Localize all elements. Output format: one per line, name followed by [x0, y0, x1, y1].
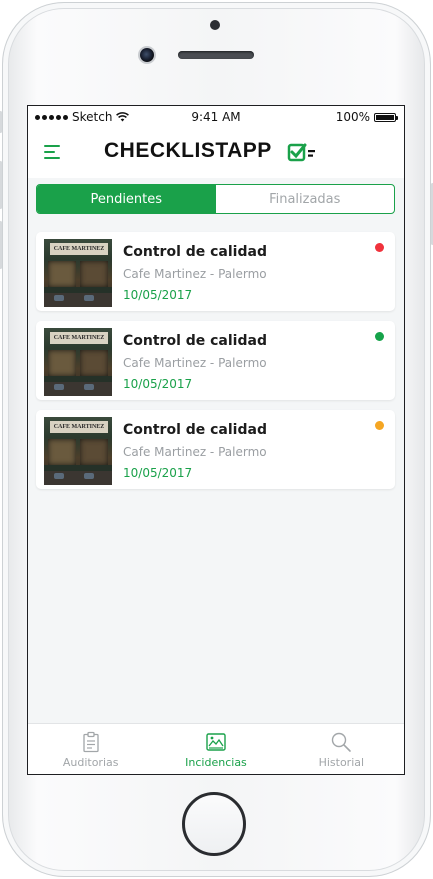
app-header: CHECKLISTAPP: [28, 128, 404, 178]
card-date: 10/05/2017: [123, 288, 193, 302]
clipboard-icon: [83, 731, 99, 753]
picture-icon: [206, 733, 226, 751]
tab-label: Incidencias: [185, 756, 247, 769]
card-title: Control de calidad: [123, 244, 267, 260]
audit-card[interactable]: CAFE MARTINEZ Control de calidad Cafe Ma…: [36, 410, 395, 489]
card-title: Control de calidad: [123, 333, 267, 349]
audit-card[interactable]: CAFE MARTINEZ Control de calidad Cafe Ma…: [36, 232, 395, 311]
bottom-tab-bar: Auditorias Incidencias Historial: [28, 723, 404, 774]
card-location: Cafe Martinez - Palermo: [123, 267, 267, 281]
menu-button[interactable]: [44, 142, 64, 162]
tab-auditorias[interactable]: Auditorias: [28, 724, 153, 774]
silent-switch: [0, 111, 2, 133]
earpiece-speaker: [178, 51, 254, 59]
card-date: 10/05/2017: [123, 377, 193, 391]
card-date: 10/05/2017: [123, 466, 193, 480]
checklist-logo-icon: [287, 143, 315, 162]
status-segmented-control: Pendientes Finalizadas: [36, 184, 395, 214]
card-location: Cafe Martinez - Palermo: [123, 356, 267, 370]
status-dot: [375, 243, 384, 252]
proximity-sensor: [210, 20, 220, 30]
volume-down-button: [0, 221, 2, 269]
battery-percent: 100%: [335, 110, 370, 124]
app-screen: Sketch 9:41 AM 100% CHECKLISTAPP Pendien…: [27, 105, 405, 775]
card-location: Cafe Martinez - Palermo: [123, 445, 267, 459]
tab-finalizadas[interactable]: Finalizadas: [216, 185, 395, 213]
card-title: Control de calidad: [123, 422, 267, 438]
menu-icon: [44, 145, 60, 147]
audit-card[interactable]: CAFE MARTINEZ Control de calidad Cafe Ma…: [36, 321, 395, 400]
status-bar: Sketch 9:41 AM 100%: [28, 106, 404, 128]
tab-label: Auditorias: [62, 756, 119, 769]
volume-up-button: [0, 161, 2, 209]
cafe-thumbnail: CAFE MARTINEZ: [44, 239, 112, 307]
app-title: CHECKLISTAPP: [104, 139, 272, 162]
search-icon: [332, 732, 352, 752]
status-dot: [375, 421, 384, 430]
cafe-thumbnail: CAFE MARTINEZ: [44, 328, 112, 396]
status-dot: [375, 332, 384, 341]
tab-historial[interactable]: Historial: [279, 724, 404, 774]
front-camera: [140, 48, 154, 62]
home-button[interactable]: [182, 792, 246, 856]
tab-label: Historial: [318, 756, 365, 769]
cafe-thumbnail: CAFE MARTINEZ: [44, 417, 112, 485]
battery-icon: [374, 112, 398, 122]
tab-pendientes[interactable]: Pendientes: [37, 185, 216, 213]
tab-incidencias[interactable]: Incidencias: [153, 724, 278, 774]
